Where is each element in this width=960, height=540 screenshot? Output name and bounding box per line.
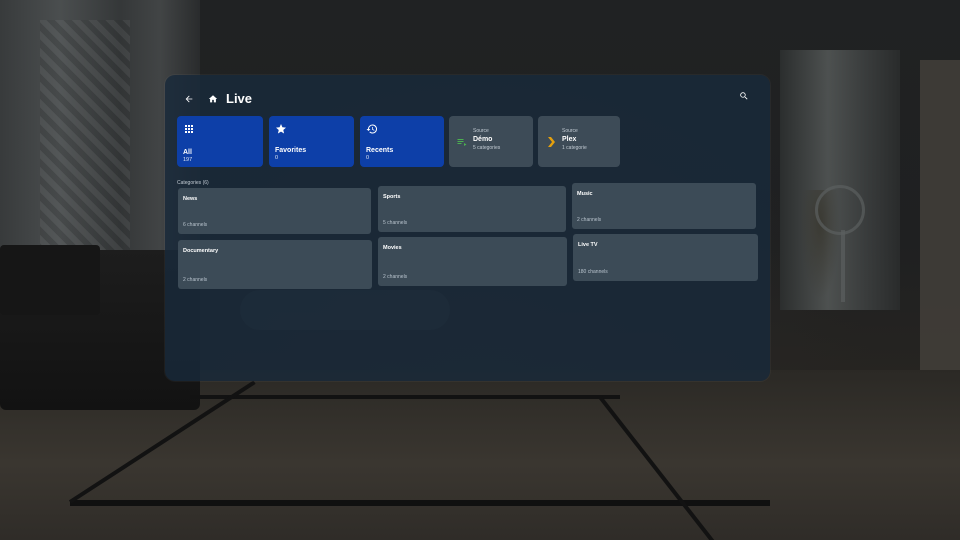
search-button[interactable] <box>736 87 752 105</box>
live-panel: Live All 197 Favorites 0 Recents 0 Sourc… <box>165 75 770 381</box>
category-card-sports[interactable]: Sports 5 channels <box>378 186 566 232</box>
page-title: Live <box>226 91 253 106</box>
source-name: Démo <box>473 136 493 143</box>
home-button[interactable] <box>205 89 221 109</box>
category-count: 5 channels <box>383 220 408 226</box>
tile-label: All <box>183 149 192 156</box>
playlist-icon <box>457 139 467 146</box>
top-bar: Live <box>165 87 770 113</box>
source-plex[interactable]: Source Plex 1 categorie <box>538 116 620 167</box>
category-card-documentary[interactable]: Documentary 2 channels <box>178 240 372 289</box>
categories-label: Categories (6) <box>177 180 209 186</box>
home-icon <box>208 95 218 103</box>
tile-count: 0 <box>366 155 370 161</box>
source-sublabel: Source <box>562 128 578 134</box>
category-name: Sports <box>383 194 401 200</box>
table-rail <box>70 500 770 506</box>
back-button[interactable] <box>181 89 197 109</box>
tile-count: 0 <box>275 155 279 161</box>
sofa-arm <box>0 245 100 315</box>
curtain-right <box>780 50 900 310</box>
arrow-back-icon <box>185 95 193 103</box>
category-count: 2 channels <box>577 217 602 223</box>
plex-chevron-icon <box>548 137 555 147</box>
wall-right <box>920 60 960 380</box>
category-count: 6 channels <box>183 222 208 228</box>
grid-icon <box>185 125 193 133</box>
category-card-movies[interactable]: Movies 2 channels <box>378 237 567 286</box>
star-icon <box>276 124 286 134</box>
source-name: Plex <box>562 136 577 143</box>
category-name: Live TV <box>578 242 598 248</box>
category-count: 180 channels <box>578 269 608 275</box>
tile-favorites[interactable]: Favorites 0 <box>269 116 354 167</box>
tile-recents[interactable]: Recents 0 <box>360 116 444 167</box>
category-name: Documentary <box>183 248 219 254</box>
source-sublabel: Source <box>473 128 489 134</box>
history-icon <box>366 124 378 134</box>
tile-count: 197 <box>183 157 193 163</box>
search-icon <box>740 92 748 100</box>
category-name: News <box>183 196 198 202</box>
table-rail <box>190 395 620 399</box>
window-lattice <box>40 20 130 260</box>
source-count: 1 categorie <box>562 145 587 151</box>
fan-pole <box>841 230 845 302</box>
fan-head <box>815 185 865 235</box>
tile-label: Recents <box>366 147 394 154</box>
category-card-live-tv[interactable]: Live TV 180 channels <box>573 234 758 281</box>
category-name: Music <box>577 191 593 197</box>
tile-label: Favorites <box>275 147 307 154</box>
tile-all[interactable]: All 197 <box>177 116 263 167</box>
category-name: Movies <box>383 245 402 251</box>
category-count: 2 channels <box>383 274 408 280</box>
category-count: 2 channels <box>183 277 208 283</box>
source-count: 5 categories <box>473 145 501 151</box>
category-card-news[interactable]: News 6 channels <box>178 188 371 234</box>
source-demo[interactable]: Source Démo 5 categories <box>449 116 533 167</box>
category-card-music[interactable]: Music 2 channels <box>572 183 756 229</box>
